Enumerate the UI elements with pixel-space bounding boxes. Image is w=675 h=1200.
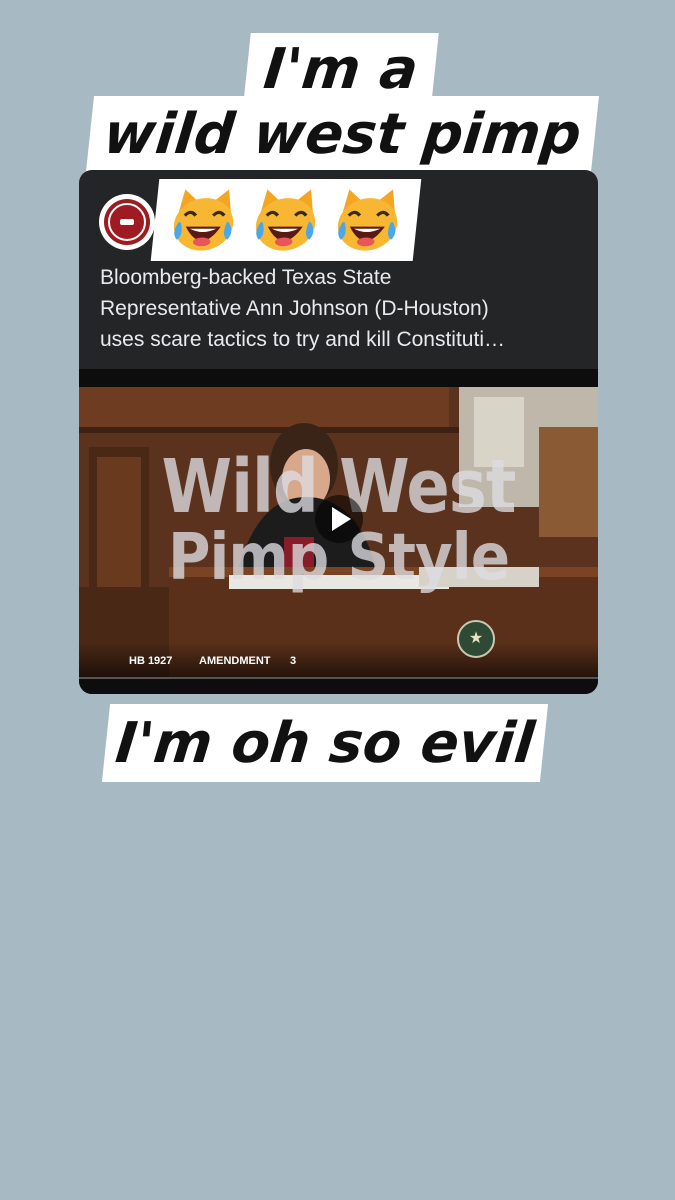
texas-gun-rights-logo-icon xyxy=(104,199,150,245)
texas-seal-icon: ★ xyxy=(457,620,495,658)
cat-tears-of-joy-icon xyxy=(173,189,234,251)
emoji-sticker xyxy=(150,179,422,261)
amendment-number: 3 xyxy=(290,655,297,667)
post-text-line: uses scare tactics to try and kill Const… xyxy=(100,328,505,351)
caption-bottom: I'm oh so evil xyxy=(101,704,549,782)
video-player[interactable]: Wild West Pimp Style HB 1927 AMENDMENT 3… xyxy=(79,369,598,694)
post-text-line: Representative Ann Johnson (D-Houston) xyxy=(100,297,489,320)
video-progress-track[interactable] xyxy=(79,677,598,679)
cat-tears-of-joy-icon xyxy=(255,189,316,251)
cat-tears-of-joy-icon xyxy=(337,189,398,251)
play-button[interactable] xyxy=(315,495,363,543)
play-icon xyxy=(332,507,351,531)
page-avatar[interactable] xyxy=(99,194,155,250)
shared-post-card[interactable]: Bloomberg-backed Texas State Representat… xyxy=(79,170,598,694)
caption-top-line2: wild west pimp xyxy=(86,96,599,172)
caption-top-line1: I'm a xyxy=(243,33,439,105)
bill-number: HB 1927 xyxy=(129,655,173,667)
amendment-label: AMENDMENT xyxy=(199,655,271,667)
post-text-line: Bloomberg-backed Texas State xyxy=(100,266,392,289)
post-text[interactable]: Bloomberg-backed Texas State Representat… xyxy=(100,262,585,355)
